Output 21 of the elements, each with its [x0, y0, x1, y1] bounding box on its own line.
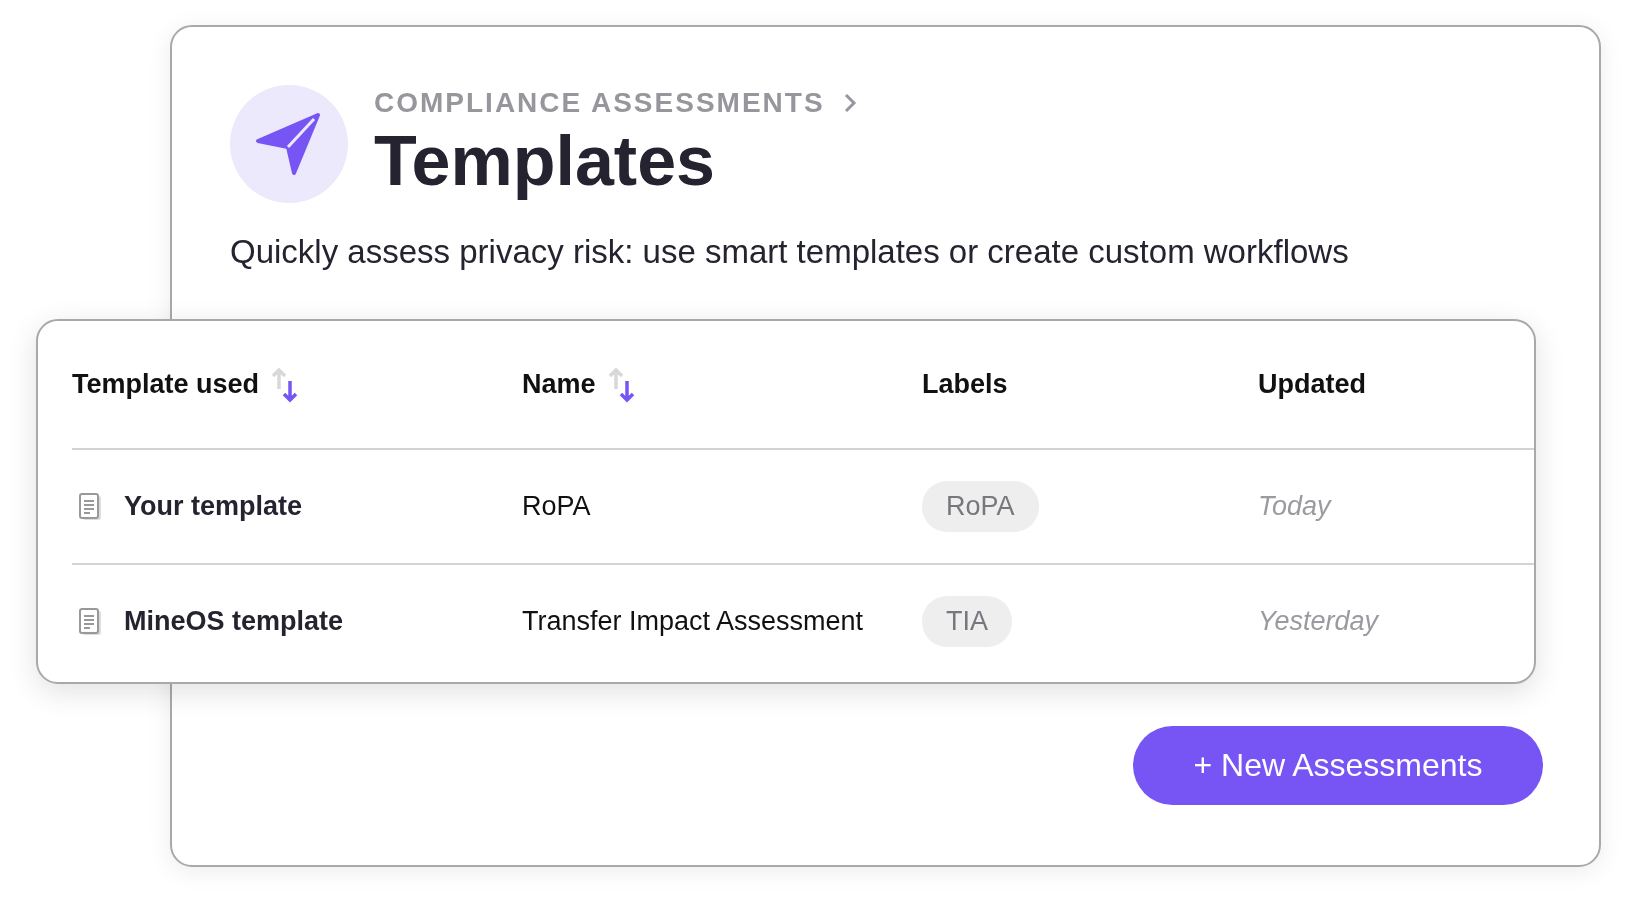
column-header: Name	[522, 369, 596, 400]
column-header: Labels	[922, 369, 1008, 400]
template-name: MineOS template	[124, 606, 344, 637]
label-tag: TIA	[922, 596, 1012, 647]
label-tag: RoPA	[922, 481, 1039, 532]
document-icon	[78, 606, 104, 637]
breadcrumb-link[interactable]: COMPLIANCE ASSESSMENTS	[374, 87, 825, 119]
chevron-right-icon	[842, 92, 857, 114]
document-icon	[78, 491, 104, 522]
new-assessments-button[interactable]: + New Assessments	[1133, 726, 1543, 805]
updated-date: Yesterday	[1258, 606, 1380, 637]
page-title: Templates	[374, 121, 717, 201]
sort-icon[interactable]	[607, 366, 636, 403]
assessment-name: RoPA	[522, 491, 592, 522]
sort-icon[interactable]	[271, 366, 300, 403]
column-header: Template used	[72, 369, 260, 400]
page-subtitle: Quickly assess privacy risk: use smart templates or create custom workflows	[230, 233, 1350, 271]
assessment-name: Transfer Impact Assessment	[522, 606, 865, 637]
updated-date: Today	[1258, 491, 1333, 522]
column-header: Updated	[1258, 369, 1366, 400]
template-name: Your template	[124, 491, 303, 522]
